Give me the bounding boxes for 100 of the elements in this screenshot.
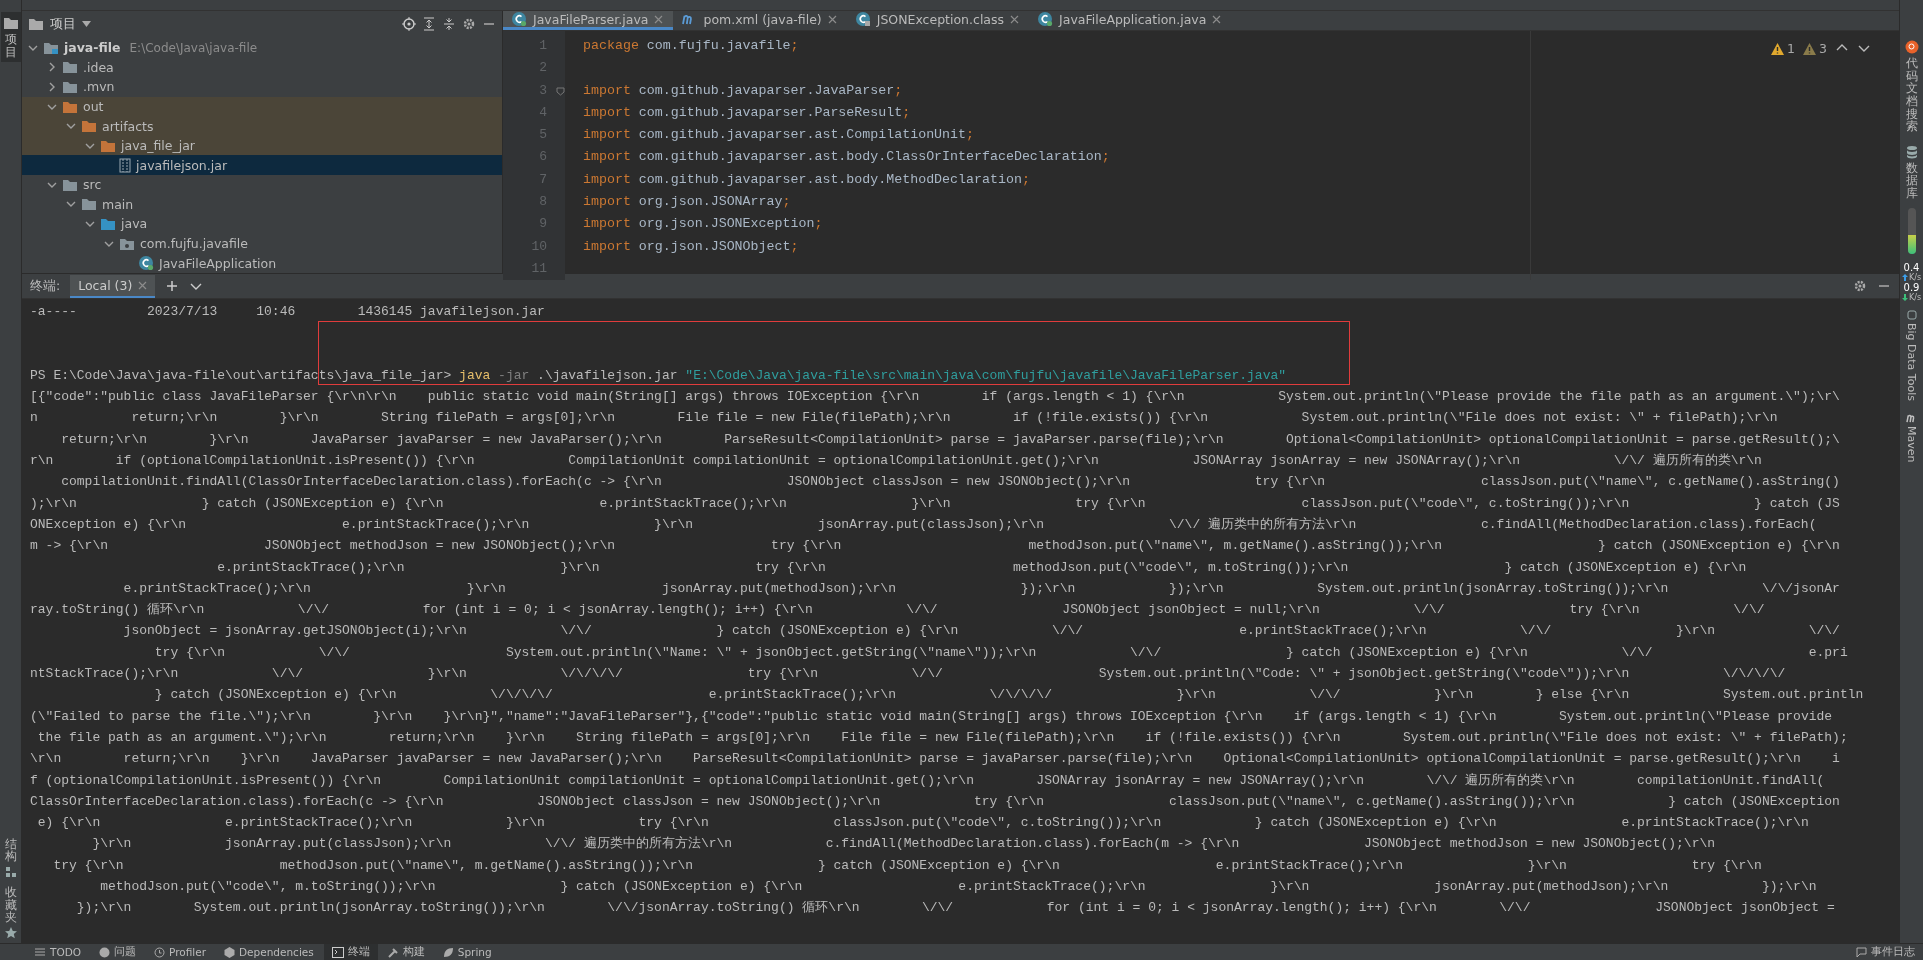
terminal-output-line: methodJson.put(\"code\", m.toString());\r\n } catch (JSONException e) {\r\n e.printStackTrace();\r\n }\r\n jsonArray.put(methodJson);\r\n });\r\n <box>99 878 1818 896</box>
editor-tab[interactable]: pom.xml (java-file) <box>673 11 847 30</box>
class-icon <box>138 255 154 272</box>
tree-item[interactable]: out <box>22 96 502 117</box>
project-view-selector[interactable]: 项目 <box>28 16 91 33</box>
code-line: import com.github.javaparser.ast.body.ClassOrInterfaceDeclaration; <box>583 148 1111 167</box>
close-icon[interactable] <box>1010 14 1020 24</box>
chevron-icon[interactable] <box>47 62 57 73</box>
warning-icon <box>1803 42 1817 55</box>
expand-all-icon[interactable] <box>422 17 436 32</box>
folder-icon <box>62 99 78 114</box>
structure-icon <box>4 866 17 879</box>
terminal-output-line: jsonObject = jsonArray.getJSONObject(i);\r\n \/\/ } catch (JSONException e) {\r\n \/\/ e.printStackTrace();\r\n \/\/ }\r\n \/\/ <box>122 622 1841 641</box>
terminal-output-line: m -> {\r\n JSONObject methodJson = new JSONObject();\r\n try {\r\n methodJson.put(\"name\", m.getName().asString());\r\n } catch (JSONException e) {\r\n <box>30 537 1841 556</box>
settings-icon[interactable] <box>1853 279 1867 293</box>
hammer-icon <box>387 946 399 958</box>
terminal-output-line: }\r\n jsonArray.put(classJson);\r\n \/\/ 遍历类中的所有方法\r\n c.findAll(MethodDeclaration.class).forEach(m -> {\r\n JSONObject methodJson = new JSONObject();\r\n <box>91 835 1717 854</box>
tool-window-button[interactable]: 终端 <box>323 944 378 960</box>
tree-item[interactable]: .mvn <box>22 77 502 97</box>
tool-window-tab[interactable]: 结构 <box>2 833 19 883</box>
search-badge-icon <box>1904 40 1919 54</box>
chevron-icon[interactable] <box>47 81 57 92</box>
code-line: import com.github.javaparser.ast.CompilationUnit; <box>583 126 975 145</box>
tree-item[interactable]: javafilejson.jar <box>22 155 502 176</box>
tool-window-button[interactable]: 事件日志 <box>1848 944 1923 960</box>
editor-tab[interactable]: JavaFileApplication.java <box>1029 11 1232 30</box>
tree-item[interactable]: src <box>22 175 502 195</box>
tree-item[interactable]: .idea <box>22 57 502 78</box>
tool-window-tab[interactable]: 数据库 <box>1903 140 1920 204</box>
tree-item[interactable]: java_file_jar <box>22 135 502 156</box>
code-line: import com.github.javaparser.ast.body.MethodDeclaration; <box>583 170 1031 189</box>
terminal-output-line: e.printStackTrace();\r\n }\r\n jsonArray.put(methodJson);\r\n });\r\n });\r\n System.out.println(jsonArray.toString());\r\n \/\/jsonAr <box>122 579 1841 598</box>
close-icon[interactable] <box>827 14 837 24</box>
terminal-output-line: } catch (JSONException e) {\r\n \/\/\/\/ e.printStackTrace();\r\n \/\/\/\/ }\r\n \/\/ }\r\n } else {\r\n System.out.println <box>153 686 1865 705</box>
settings-icon[interactable] <box>462 17 476 32</box>
close-icon[interactable] <box>654 14 664 24</box>
tool-window-button[interactable]: 构建 <box>379 944 433 960</box>
warning-icon <box>1771 42 1785 55</box>
tree-item[interactable]: java <box>22 214 502 234</box>
tree-item[interactable]: main <box>22 194 502 215</box>
tool-window-tab[interactable]: Big Data Tools <box>1903 305 1920 405</box>
close-icon[interactable] <box>138 280 148 290</box>
code-line: import com.github.javaparser.JavaParser; <box>583 81 904 100</box>
network-speed: 0.4 K/s 0.9 K/s <box>1901 261 1922 302</box>
memory-meter <box>1907 207 1916 254</box>
terminal-output-line: ntStackTrace();\r\n \/\/ }\r\n \/\/\/\/ try {\r\n \/\/ System.out.println(\"Code: \" + jsonObject.getString(\"code\"));\r\n \/\/\/\/ <box>30 665 1787 684</box>
tree-item[interactable]: artifacts <box>22 116 502 136</box>
fold-icon[interactable] <box>556 86 565 96</box>
terminal-output-line: return;\r\n }\r\n JavaParser javaParser = new JavaParser();\r\n ParseResult<CompilationUnit> parse = javaParser.parse(file);\r\n Optional<CompilationUnit> optionalCompilationUnit = parse.getResult();\ <box>60 430 1841 449</box>
list-icon <box>34 947 46 957</box>
tool-window-button[interactable]: Spring <box>434 944 500 960</box>
terminal-output-line: n return;\r\n }\r\n String filePath = args[0];\r\n File file = new File(filePath);\r\n if (!file.exists()) {\r\n System.out.println(\"File does not exist: \" + filePath);\r\n <box>30 409 1779 428</box>
folder-icon <box>100 216 116 231</box>
tool-window-tab[interactable]: 收藏夹 <box>2 882 19 943</box>
terminal-output-line: e) {\r\n e.printStackTrace();\r\n }\r\n try {\r\n classJson.put(\"code\", c.toString());\r\n } catch (JSONException e) {\r\n e.printStackTrace();\r\n <box>36 814 1810 833</box>
code-line: import com.github.javaparser.ParseResult; <box>583 103 912 122</box>
editor-tab[interactable]: JavaFileParser.java <box>503 11 674 30</box>
terminal-tab[interactable]: Local (3) <box>70 274 156 298</box>
tree-item[interactable]: java-file E:\Code\Java\java-file <box>22 38 502 58</box>
terminal-icon <box>331 946 344 958</box>
folder-icon <box>62 60 78 75</box>
terminal-output-line: ClassOrInterfaceDeclaration.class).forEach(c -> {\r\n JSONObject classJson = new JSONObject();\r\n try {\r\n classJson.put(\"name\", c.getName().asString());\r\n } catch (JSONException <box>30 792 1841 811</box>
package-icon <box>119 236 135 251</box>
code-line: import org.json.JSONException; <box>583 215 824 234</box>
crosshair-icon[interactable] <box>402 17 416 32</box>
close-icon[interactable] <box>1212 14 1222 24</box>
tool-window-button[interactable]: 问题 <box>91 944 145 960</box>
terminal-output-line: try {\r\n \/\/ System.out.println(\"Name: \" + jsonObject.getString(\"name\"));\r\n \/\/ } catch (JSONException e) {\r\n \/\/ e.pri <box>153 643 1849 662</box>
inspection-count[interactable]: 3 <box>1803 41 1827 56</box>
arrow-down-icon <box>1901 293 1908 301</box>
database-icon <box>1905 144 1918 159</box>
code-line: import org.json.JSONObject; <box>583 237 800 256</box>
caret-icon <box>82 21 91 28</box>
terminal-output-line: compilationUnit.findAll(ClassOrInterfaceDeclaration.class).forEach(c -> {\r\n JSONObject classJson = new JSONObject();\r\n try {\r\n classJson.put(\"name\", c.getName().asString() <box>60 473 1841 492</box>
tool-window-button[interactable]: Dependencies <box>216 944 322 960</box>
editor-tab[interactable]: JSONException.class <box>846 11 1030 30</box>
terminal-title: 终端: <box>30 277 61 295</box>
class-file-icon <box>854 11 871 27</box>
tool-window-button[interactable]: Profiler <box>146 944 214 960</box>
inspection-count[interactable]: 1 <box>1771 41 1796 56</box>
collapse-all-icon[interactable] <box>442 17 456 32</box>
star-icon <box>4 927 17 939</box>
archive-icon <box>119 157 131 173</box>
folder-icon <box>62 79 78 94</box>
tool-window-tab[interactable]: Maven <box>1902 408 1921 467</box>
tool-window-button[interactable]: TODO <box>26 944 90 960</box>
project-tool-tab[interactable]: 项目 <box>0 12 21 63</box>
terminal-output-line: });\r\n System.out.println(jsonArray.toString());\r\n \/\/jsonArray.toString() 循环\r\n \/\/ for (int i = 0; i < jsonArray.length(); i++) {\r\n \/\/ JSONObject jsonObject = <box>75 899 1836 918</box>
terminal-output-line: r\n if (optionalCompilationUnit.isPresent()) {\r\n CompilationUnit compilationUnit = optionalCompilationUnit.get();\r\n JSONArray jsonArray = new JSONArray();\r\n \/\/ 遍历所有的类\r\n <box>30 452 1763 471</box>
folder-icon <box>81 197 97 212</box>
add-icon[interactable] <box>165 279 180 293</box>
code-line: import org.json.JSONArray; <box>583 193 792 212</box>
code-line: package com.fujfu.javafile; <box>583 37 800 55</box>
terminal-output-line: f (optionalCompilationUnit.isPresent()) {\r\n CompilationUnit compilationUnit = optionalCompilationUnit.get();\r\n JSONArray jsonArray = new JSONArray();\r\n \/\/ 遍历所有的类\r\n compilationUnit.findAll( <box>30 771 1826 790</box>
leaf-icon <box>442 946 454 958</box>
tree-item[interactable]: JavaFileApplication <box>22 253 502 273</box>
tool-window-tab[interactable]: 代码文档搜索 <box>1902 36 1921 137</box>
terminal-output-line: e.printStackTrace();\r\n }\r\n try {\r\n methodJson.put(\"code\", m.toString());\r\n } catch (JSONException e) {\r\n <box>216 558 1748 577</box>
terminal-output-line: -a---- 2023/7/13 10:46 1436145 javafilejson.jar <box>30 303 546 321</box>
tree-item[interactable]: com.fujfu.javafile <box>22 233 502 254</box>
